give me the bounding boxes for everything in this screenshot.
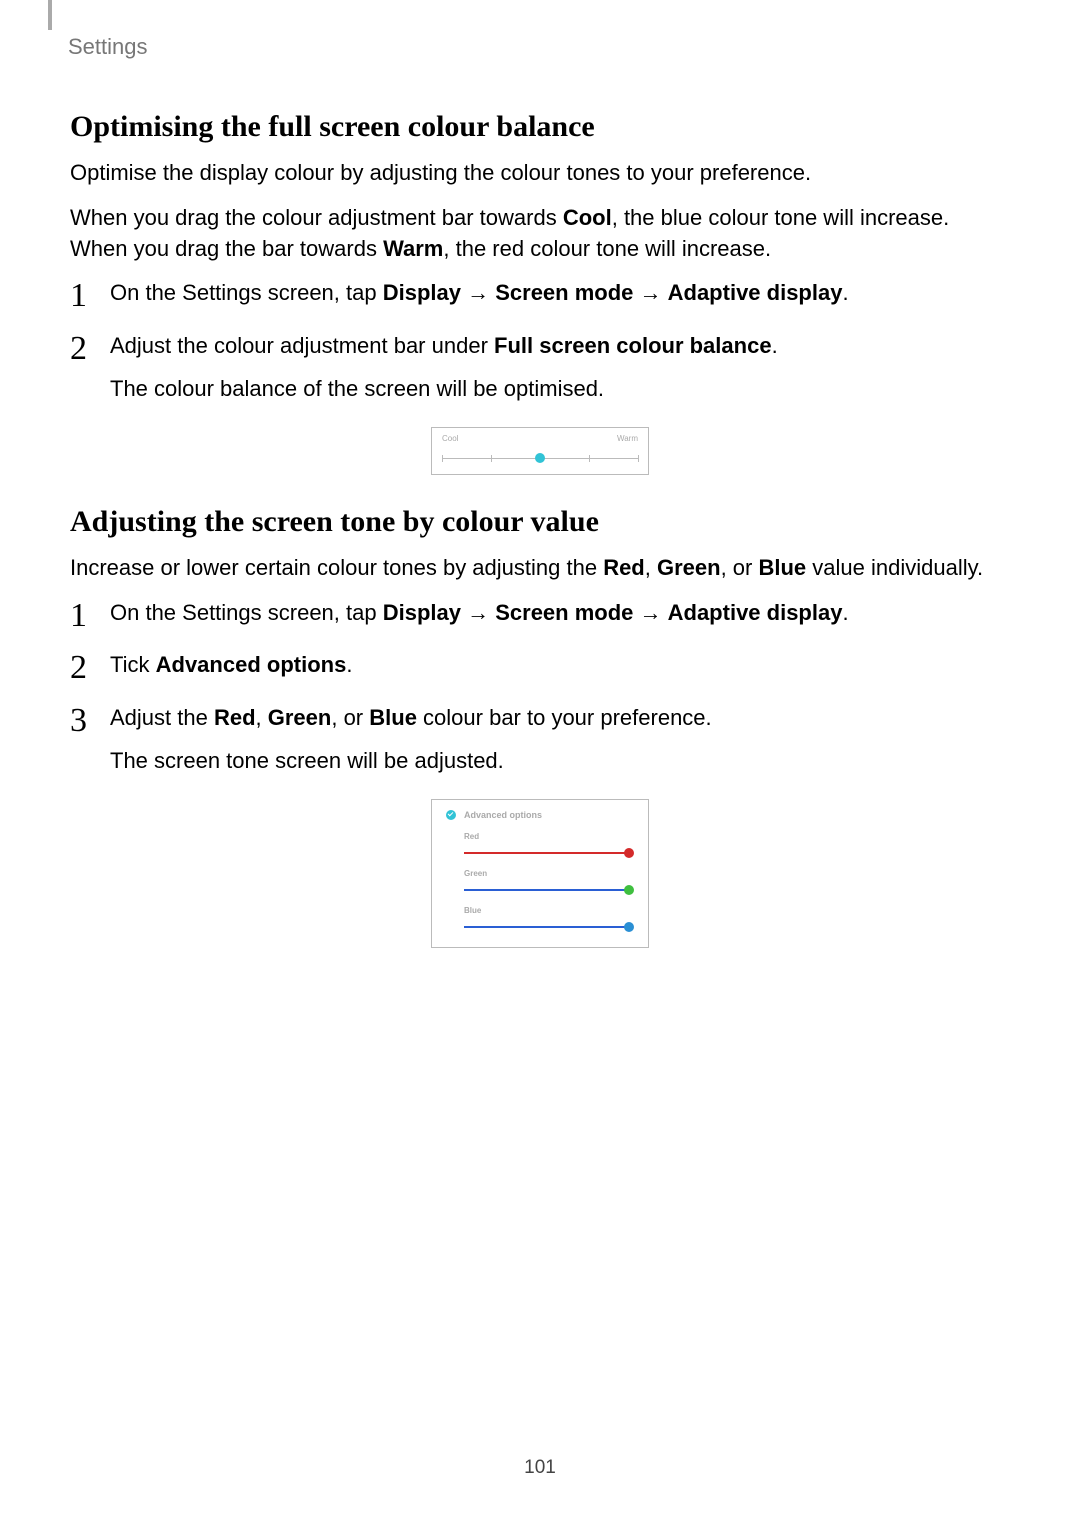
bold-cool: Cool — [563, 205, 612, 230]
section2-steps: On the Settings screen, tap Display → Sc… — [70, 598, 1010, 777]
bold-red: Red — [214, 705, 256, 730]
text-fragment: On the Settings screen, tap — [110, 280, 383, 305]
section2-step2: Tick Advanced options. — [70, 650, 1010, 681]
figure2-row-blue-thumb — [624, 922, 634, 932]
section1-step1: On the Settings screen, tap Display → Sc… — [70, 278, 1010, 309]
arrow-sep: → — [633, 280, 667, 305]
figure-advanced-options: Advanced options Red Green — [431, 799, 649, 948]
text-fragment: On the Settings screen, tap — [110, 600, 383, 625]
figure1-labels: Cool Warm — [442, 434, 638, 443]
figure2-row-blue: Blue — [464, 906, 634, 933]
figure1-label-warm: Warm — [617, 434, 638, 443]
figure2-row-green-bar — [464, 884, 634, 896]
bold-green: Green — [268, 705, 332, 730]
figure1-label-cool: Cool — [442, 434, 458, 443]
text-fragment: When you drag the colour adjustment bar … — [70, 205, 563, 230]
figure2-header: Advanced options — [446, 810, 634, 820]
section2-title: Adjusting the screen tone by colour valu… — [70, 505, 1010, 539]
section1-step2: Adjust the colour adjustment bar under F… — [70, 331, 1010, 405]
text-fragment: . — [772, 333, 778, 358]
figure2-row-green: Green — [464, 869, 634, 896]
bold-advanced-options: Advanced options — [156, 652, 347, 677]
bold-display: Display — [383, 600, 461, 625]
document-page: Settings Optimising the full screen colo… — [0, 0, 1080, 1527]
section1-steps: On the Settings screen, tap Display → Sc… — [70, 278, 1010, 404]
section2-step3: Adjust the Red, Green, or Blue colour ba… — [70, 703, 1010, 777]
text-fragment: , or — [331, 705, 369, 730]
section2-step3-sub: The screen tone screen will be adjusted. — [110, 746, 1010, 777]
arrow-sep: → — [633, 600, 667, 625]
figure1-tick — [442, 455, 443, 462]
text-fragment: Adjust the — [110, 705, 214, 730]
figure2-row-green-label: Green — [464, 869, 634, 878]
section1-step2-sub: The colour balance of the screen will be… — [110, 374, 1010, 405]
page-number: 101 — [0, 1457, 1080, 1479]
bold-green: Green — [657, 555, 721, 580]
bold-blue: Blue — [369, 705, 417, 730]
figure2-row-blue-bar — [464, 921, 634, 933]
text-fragment: . — [346, 652, 352, 677]
bold-red: Red — [603, 555, 645, 580]
section1-para2: When you drag the colour adjustment bar … — [70, 203, 1010, 265]
text-fragment: , or — [721, 555, 759, 580]
text-fragment: value individually. — [806, 555, 983, 580]
bold-warm: Warm — [383, 236, 443, 261]
figure2-row-blue-label: Blue — [464, 906, 634, 915]
section1-title: Optimising the full screen colour balanc… — [70, 110, 1010, 144]
figure2-wrap: Advanced options Red Green — [70, 799, 1010, 948]
section2-step1: On the Settings screen, tap Display → Sc… — [70, 598, 1010, 629]
bold-adaptive-display: Adaptive display — [668, 280, 843, 305]
text-fragment: . — [842, 280, 848, 305]
figure2-row-red-thumb — [624, 848, 634, 858]
bold-display: Display — [383, 280, 461, 305]
figure-colour-balance-slider: Cool Warm — [431, 427, 649, 475]
figure1-tick — [491, 455, 492, 462]
arrow-sep: → — [461, 280, 495, 305]
text-fragment: . — [842, 600, 848, 625]
text-fragment: Increase or lower certain colour tones b… — [70, 555, 603, 580]
text-fragment: , the red colour tone will increase. — [443, 236, 771, 261]
text-fragment: Tick — [110, 652, 156, 677]
text-fragment: , — [645, 555, 657, 580]
figure2-row-red-bar — [464, 847, 634, 859]
header-corner-mark — [48, 0, 52, 30]
bold-adaptive-display: Adaptive display — [668, 600, 843, 625]
text-fragment: , — [256, 705, 268, 730]
bold-screen-mode: Screen mode — [495, 280, 633, 305]
figure2-row-red-line — [464, 852, 628, 854]
text-fragment: Adjust the colour adjustment bar under — [110, 333, 494, 358]
figure1-tick — [638, 455, 639, 462]
figure2-row-green-thumb — [624, 885, 634, 895]
bold-blue: Blue — [758, 555, 806, 580]
figure2-row-green-line — [464, 889, 628, 891]
figure1-track — [442, 453, 638, 465]
header-section-label: Settings — [68, 34, 148, 60]
figure1-thumb — [535, 453, 545, 463]
page-content: Optimising the full screen colour balanc… — [70, 110, 1010, 948]
figure1-wrap: Cool Warm — [70, 427, 1010, 475]
arrow-sep: → — [461, 600, 495, 625]
section1-intro: Optimise the display colour by adjusting… — [70, 158, 1010, 189]
figure2-row-red-label: Red — [464, 832, 634, 841]
figure2-row-blue-line — [464, 926, 628, 928]
text-fragment: colour bar to your preference. — [417, 705, 712, 730]
section2-para1: Increase or lower certain colour tones b… — [70, 553, 1010, 584]
figure2-title: Advanced options — [464, 810, 542, 820]
check-icon — [446, 810, 456, 820]
figure1-tick — [589, 455, 590, 462]
bold-full-screen-colour-balance: Full screen colour balance — [494, 333, 772, 358]
figure2-row-red: Red — [464, 832, 634, 859]
bold-screen-mode: Screen mode — [495, 600, 633, 625]
